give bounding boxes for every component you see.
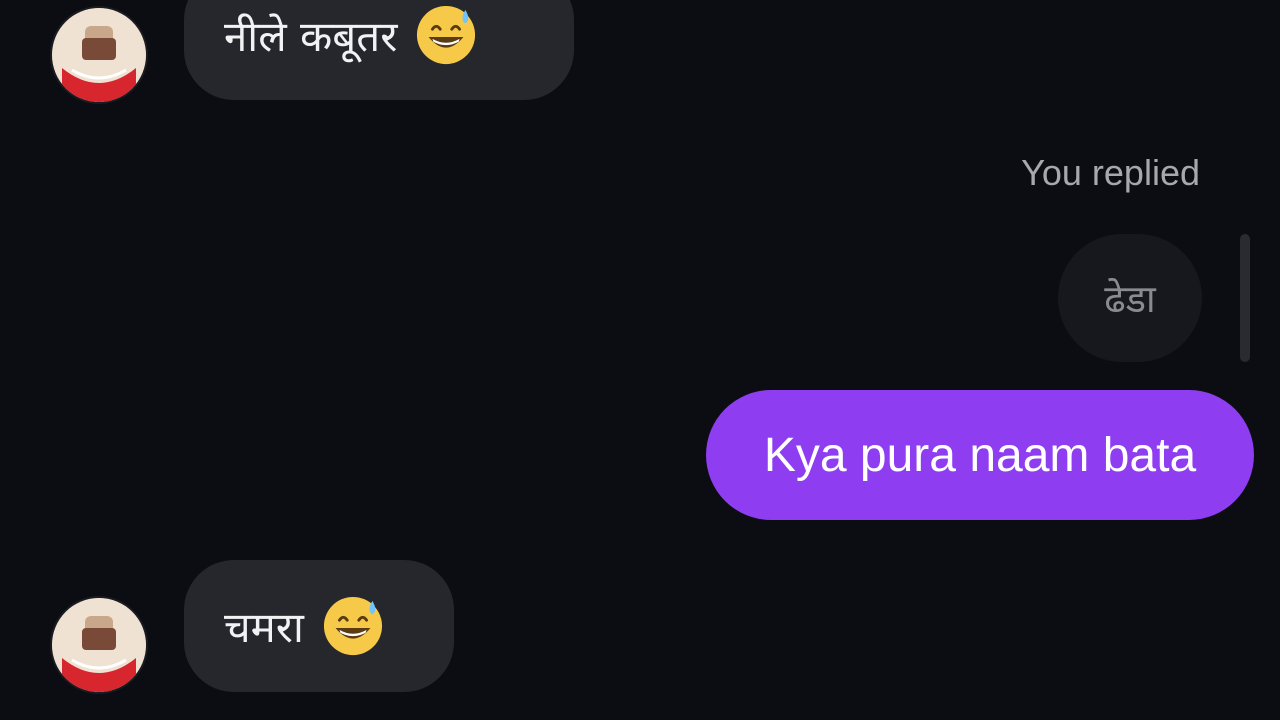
reply-indicator-bar [1240, 234, 1250, 362]
received-message-bubble[interactable]: नीले कबूतर [184, 0, 574, 100]
grinning-sweat-emoji-icon [322, 595, 384, 657]
grinning-sweat-emoji-icon [415, 4, 477, 66]
sender-avatar[interactable] [52, 598, 146, 692]
sender-avatar[interactable] [52, 8, 146, 102]
sent-message-bubble[interactable]: Kya pura naam bata [706, 390, 1254, 520]
sent-message-text: Kya pura naam bata [763, 428, 1197, 482]
avatar-image [52, 8, 146, 102]
message-text: चमरा [224, 602, 304, 652]
replied-to-message[interactable]: ढेडा [1058, 234, 1202, 362]
avatar-image [52, 598, 146, 692]
received-message-bubble[interactable]: चमरा [184, 560, 454, 692]
you-replied-label: You replied [1021, 152, 1200, 193]
replied-to-text: ढेडा [1104, 277, 1156, 321]
message-text: नीले कबूतर [224, 11, 398, 61]
chat-thread: नीले कबूतर You replied ढेडा Kya pura naa… [0, 0, 1280, 720]
